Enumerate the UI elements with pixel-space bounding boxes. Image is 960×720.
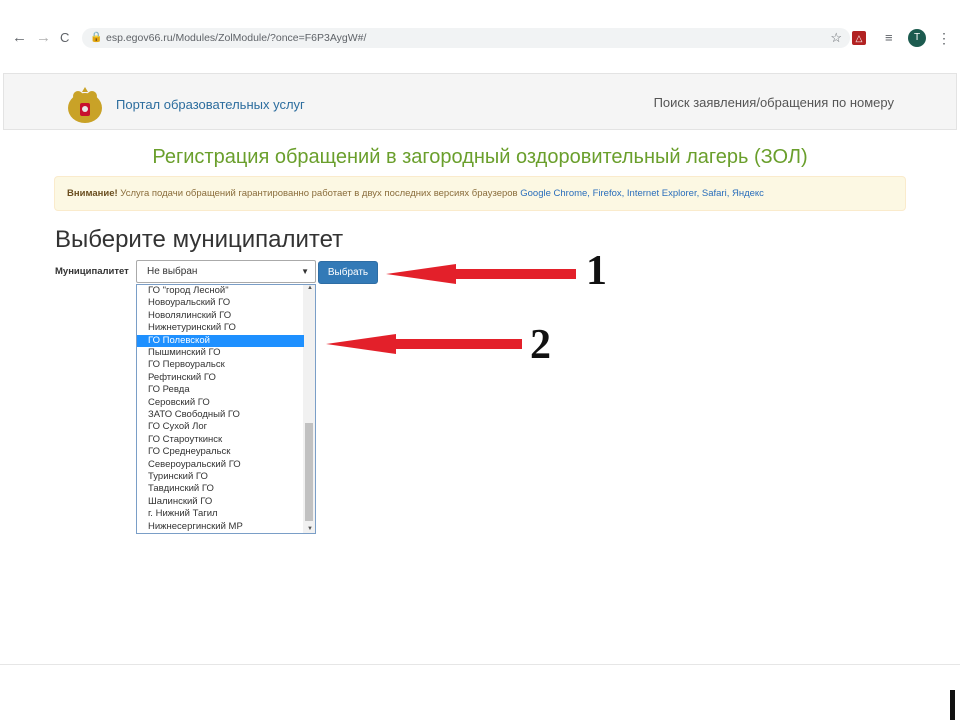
browser-toolbar: ← → C 🔒 esp.egov66.ru/Modules/ZolModule/… [0, 0, 960, 70]
annotation-arrow-1 [386, 264, 576, 284]
reload-icon[interactable]: C [60, 28, 69, 48]
annotation-arrow-2 [326, 334, 522, 354]
supported-browsers: Google Chrome, Firefox, Internet Explore… [520, 188, 764, 199]
scrollbar-thumb[interactable] [305, 423, 313, 521]
annotation-marker-1: 1 [586, 248, 607, 294]
section-title: Выберите муниципалитет [55, 226, 344, 253]
pdf-extension-icon[interactable]: △ [852, 31, 866, 45]
dropdown-option[interactable]: ГО "город Лесной" [137, 285, 304, 297]
dropdown-option[interactable]: ГО Ревда [137, 384, 304, 396]
dropdown-option[interactable]: ГО Первоуральск [137, 359, 304, 371]
address-bar[interactable]: 🔒 esp.egov66.ru/Modules/ZolModule/?once=… [82, 28, 850, 48]
scroll-up-icon[interactable]: ▲ [307, 285, 313, 291]
dropdown-option[interactable]: Новоуральский ГО [137, 297, 304, 309]
dropdown-option[interactable]: Серовский ГО [137, 397, 304, 409]
url-text: esp.egov66.ru/Modules/ZolModule/?once=F6… [106, 32, 367, 44]
municipality-dropdown-list[interactable]: ▲ ▼ ГО "город Лесной" Новоуральский ГО Нов… [136, 284, 316, 534]
dropdown-option[interactable]: Североуральский ГО [137, 459, 304, 471]
browser-warning-alert: Внимание! Услуга подачи обращений гарант… [54, 176, 906, 211]
alert-text: Услуга подачи обращений гарантированно р… [117, 188, 521, 199]
portal-link[interactable]: Портал образовательных услуг [116, 97, 305, 112]
lock-icon: 🔒 [90, 32, 103, 43]
page-divider [0, 664, 960, 665]
dropdown-option[interactable]: Туринский ГО [137, 471, 304, 483]
dropdown-option[interactable]: Пышминский ГО [137, 347, 304, 359]
dropdown-option[interactable]: Тавдинский ГО [137, 483, 304, 495]
dropdown-option[interactable]: Новолялинский ГО [137, 310, 304, 322]
back-icon[interactable]: ← [12, 28, 27, 48]
dropdown-option[interactable]: ГО Староуткинск [137, 434, 304, 446]
dropdown-option[interactable]: Нижнесергинский МР [137, 521, 304, 533]
annotation-marker-2: 2 [530, 322, 551, 368]
search-application-link[interactable]: Поиск заявления/обращения по номеру [654, 95, 894, 110]
window-edge [950, 690, 955, 720]
municipality-label: Муниципалитет [55, 266, 129, 277]
dropdown-option[interactable]: Рефтинский ГО [137, 372, 304, 384]
more-menu-icon[interactable]: ⋮ [937, 29, 951, 47]
dropdown-option[interactable]: Шалинский ГО [137, 496, 304, 508]
scrollbar[interactable]: ▲ ▼ [303, 285, 315, 533]
avatar[interactable]: T [908, 29, 926, 47]
scroll-down-icon[interactable]: ▼ [307, 526, 313, 532]
alert-strong: Внимание! [67, 188, 118, 199]
dropdown-option[interactable]: ГО Сухой Лог [137, 421, 304, 433]
bookmark-star-icon[interactable]: ☆ [830, 28, 842, 48]
dropdown-option[interactable]: ГО Полевской [137, 334, 304, 347]
page-title: Регистрация обращений в загородный оздор… [152, 146, 808, 168]
forward-icon[interactable]: → [36, 28, 51, 48]
chevron-down-icon: ▼ [301, 267, 309, 276]
dropdown-option[interactable]: ЗАТО Свободный ГО [137, 409, 304, 421]
choose-button[interactable]: Выбрать [318, 261, 378, 284]
select-value: Не выбран [147, 266, 198, 277]
reading-list-icon[interactable]: ≡ [885, 31, 899, 45]
municipality-select[interactable]: Не выбран ▼ [136, 260, 316, 283]
dropdown-option[interactable]: ГО Среднеуральск [137, 446, 304, 458]
dropdown-option[interactable]: г. Нижний Тагил [137, 508, 304, 520]
dropdown-option[interactable]: Нижнетуринский ГО [137, 322, 304, 334]
site-header: Портал образовательных услуг Поиск заявл… [3, 73, 957, 130]
coat-of-arms-icon [68, 87, 102, 123]
